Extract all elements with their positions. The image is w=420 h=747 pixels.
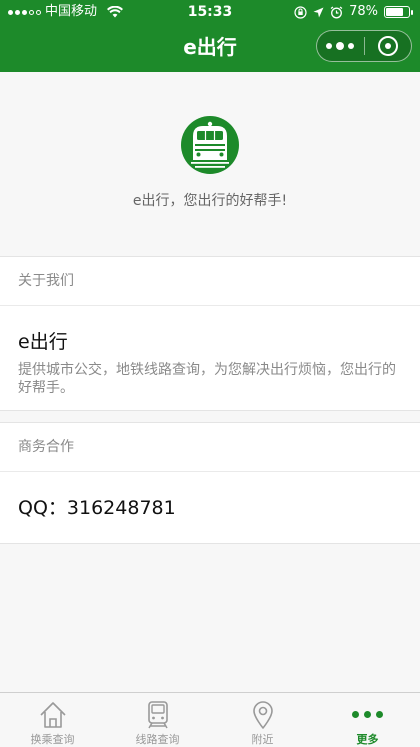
header: 中国移动 15:33 78% e出行	[0, 0, 420, 72]
tab-nearby[interactable]: 附近	[210, 693, 315, 747]
tab-label: 附近	[251, 733, 274, 746]
qq-contact[interactable]: QQ：316248781	[18, 493, 176, 520]
tab-bar: 换乘查询 线路查询 附近 更多	[0, 692, 420, 747]
about-section: 关于我们 e出行 提供城市公交，地铁线路查询，为您解决出行烦恼，您出行的好帮手。	[0, 256, 420, 411]
tab-line-query[interactable]: 线路查询	[105, 693, 210, 747]
tab-more[interactable]: 更多	[315, 693, 420, 747]
close-button[interactable]	[365, 31, 412, 61]
business-heading: 商务合作	[0, 423, 420, 472]
tab-label: 更多	[356, 733, 379, 746]
location-pin-icon	[252, 700, 273, 729]
more-dots-icon	[326, 42, 355, 50]
orientation-lock-icon	[294, 5, 307, 19]
more-button[interactable]	[317, 31, 364, 61]
battery-level-fill	[386, 8, 404, 16]
about-heading: 关于我们	[0, 257, 420, 306]
about-description: 提供城市公交，地铁线路查询，为您解决出行烦恼，您出行的好帮手。	[18, 362, 396, 396]
more-dots-icon	[352, 711, 383, 718]
tab-transfer-query[interactable]: 换乘查询	[0, 693, 105, 747]
tab-label: 线路查询	[135, 733, 180, 746]
battery-percent: 78%	[349, 4, 378, 19]
target-circle-icon	[377, 36, 398, 56]
home-icon	[39, 701, 66, 728]
battery-icon	[384, 6, 413, 18]
hero: e出行，您出行的好帮手!	[0, 72, 420, 256]
status-bar: 中国移动 15:33 78%	[0, 0, 420, 24]
about-app-name: e出行	[18, 331, 68, 353]
mini-program-capsule	[316, 30, 412, 62]
alarm-icon	[330, 5, 343, 18]
tab-label: 换乘查询	[30, 733, 75, 746]
status-right: 78%	[294, 0, 413, 24]
train-logo-icon	[181, 116, 239, 174]
business-section: 商务合作 QQ：316248781	[0, 422, 420, 544]
train-icon	[147, 700, 168, 728]
tagline: e出行，您出行的好帮手!	[132, 193, 288, 209]
location-arrow-icon	[313, 7, 324, 17]
